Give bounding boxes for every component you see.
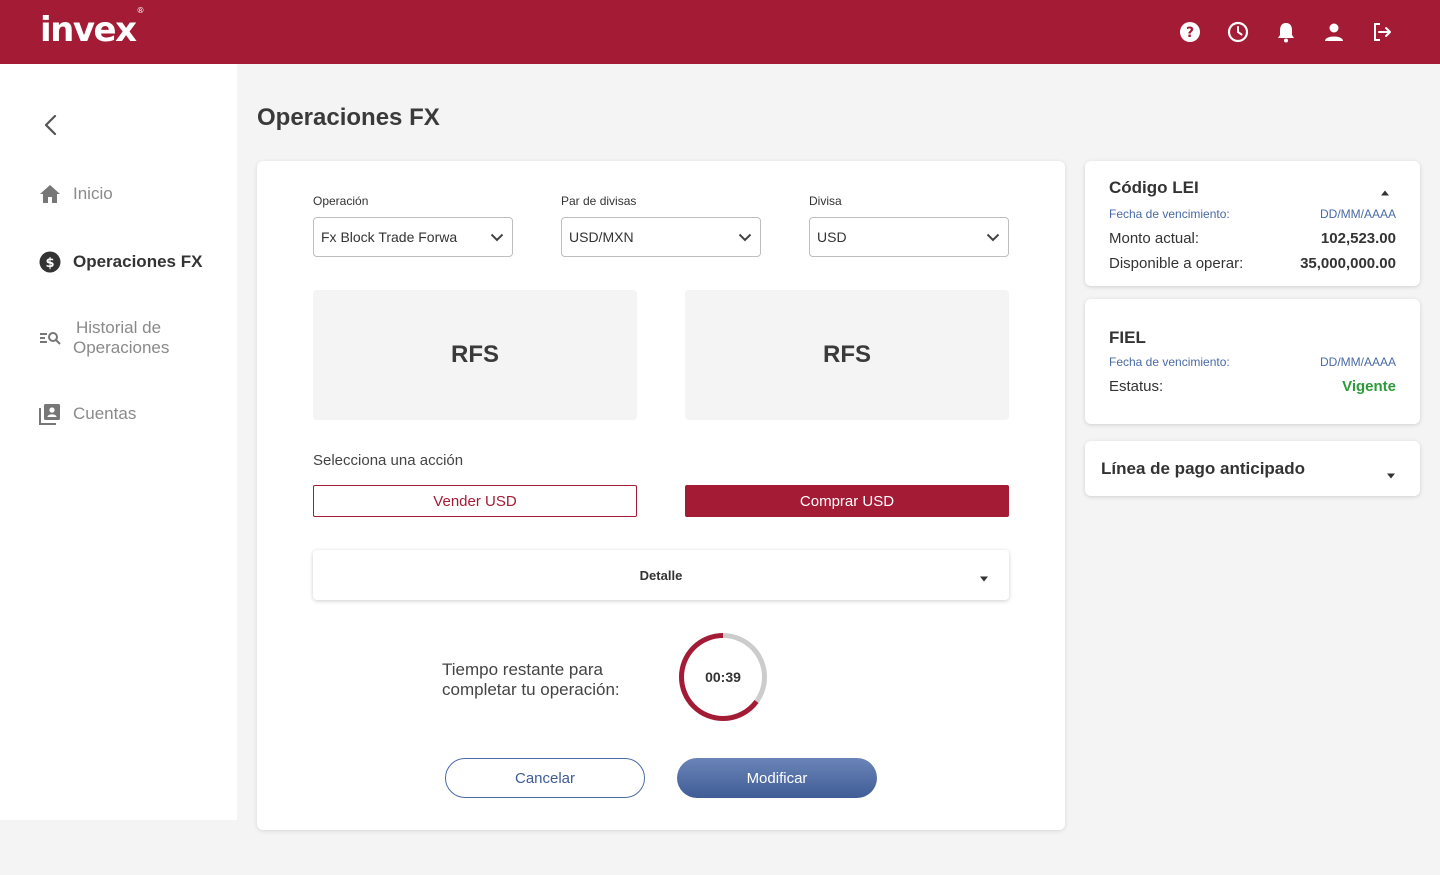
modify-button[interactable]: Modificar [677, 758, 877, 798]
par-label: Par de divisas [561, 194, 637, 208]
detalle-label: Detalle [639, 567, 683, 583]
sell-usd-button[interactable]: Vender USD [313, 485, 637, 517]
history-clock-icon[interactable] [1226, 18, 1250, 46]
invex-logo[interactable]: invex® [40, 6, 144, 50]
sidebar-item-label-2: Operaciones [73, 338, 170, 357]
fiel-card: FIEL Fecha de vencimiento: DD/MM/AAAA Est… [1085, 299, 1420, 424]
detalle-accordion[interactable]: Detalle [313, 550, 1009, 600]
svg-text:?: ? [1186, 25, 1194, 41]
caret-up-icon[interactable] [1380, 183, 1390, 201]
linea-title: Línea de pago anticipado [1101, 459, 1306, 478]
fiel-title: FIEL [1109, 328, 1146, 347]
sidebar-item-label: Operaciones FX [73, 252, 203, 271]
cancel-button[interactable]: Cancelar [445, 758, 645, 798]
status-badge: Vigente [1342, 378, 1396, 395]
fiel-fecha-row: Fecha de vencimiento: DD/MM/AAAA [1109, 355, 1396, 369]
notifications-bell-icon[interactable] [1274, 18, 1298, 46]
par-value: USD/MXN [569, 229, 634, 245]
dollar-circle-icon: $ [38, 250, 62, 274]
operacion-value: Fx Block Trade Forwa [321, 229, 458, 245]
sidebar-item-historial[interactable]: Historial de Operaciones [38, 318, 169, 358]
lei-monto-row: Monto actual: 102,523.00 [1109, 230, 1396, 247]
chevron-down-icon [482, 233, 512, 242]
lei-disponible-row: Disponible a operar: 35,000,000.00 [1109, 255, 1396, 272]
rfs-sell-price-box[interactable]: RFS [313, 290, 637, 420]
logout-icon[interactable] [1370, 18, 1394, 46]
sidebar-item-label: Cuentas [73, 404, 137, 423]
sidebar-item-operaciones-fx[interactable]: $ Operaciones FX [38, 250, 202, 274]
sidebar-item-inicio[interactable]: Inicio [38, 182, 113, 206]
operacion-label: Operación [313, 194, 369, 208]
countdown-timer: 00:39 [677, 631, 769, 723]
divisa-label: Divisa [809, 194, 842, 208]
caret-down-icon[interactable] [1386, 466, 1396, 484]
operacion-select[interactable]: Fx Block Trade Forwa [313, 217, 513, 257]
top-bar: invex® ? [0, 0, 1440, 64]
accounts-icon [38, 402, 62, 426]
rfs-buy-price-box[interactable]: RFS [685, 290, 1009, 420]
top-icons: ? [1178, 18, 1394, 46]
divisa-value: USD [817, 229, 847, 245]
user-icon[interactable] [1322, 18, 1346, 46]
sidebar: Inicio $ Operaciones FX Historial de Ope… [0, 64, 237, 820]
chevron-down-icon [730, 233, 760, 242]
lei-card: Código LEI Fecha de vencimiento: DD/MM/AA… [1085, 161, 1420, 286]
linea-pago-card[interactable]: Línea de pago anticipado [1085, 441, 1420, 496]
operation-form-card: Operación Fx Block Trade Forwa Par de di… [257, 161, 1065, 830]
fiel-estatus-row: Estatus: Vigente [1109, 378, 1396, 395]
home-icon [38, 182, 62, 206]
action-label: Selecciona una acción [313, 452, 464, 469]
help-icon[interactable]: ? [1178, 18, 1202, 46]
sidebar-item-cuentas[interactable]: Cuentas [38, 402, 136, 426]
page-title: Operaciones FX [257, 104, 440, 131]
sidebar-item-label: Inicio [73, 184, 113, 203]
lei-title: Código LEI [1109, 178, 1199, 197]
buy-usd-button[interactable]: Comprar USD [685, 485, 1009, 517]
chevron-down-icon [978, 233, 1008, 242]
search-list-icon [38, 326, 62, 350]
sidebar-item-label: Historial de [76, 318, 162, 337]
svg-text:$: $ [45, 256, 54, 271]
lei-fecha-row: Fecha de vencimiento: DD/MM/AAAA [1109, 207, 1396, 221]
caret-down-icon [979, 570, 989, 585]
par-divisas-select[interactable]: USD/MXN [561, 217, 761, 257]
back-chevron-icon[interactable] [38, 112, 64, 138]
divisa-select[interactable]: USD [809, 217, 1009, 257]
countdown-value: 00:39 [705, 669, 741, 685]
timer-text: Tiempo restante para completar tu operac… [442, 660, 620, 699]
